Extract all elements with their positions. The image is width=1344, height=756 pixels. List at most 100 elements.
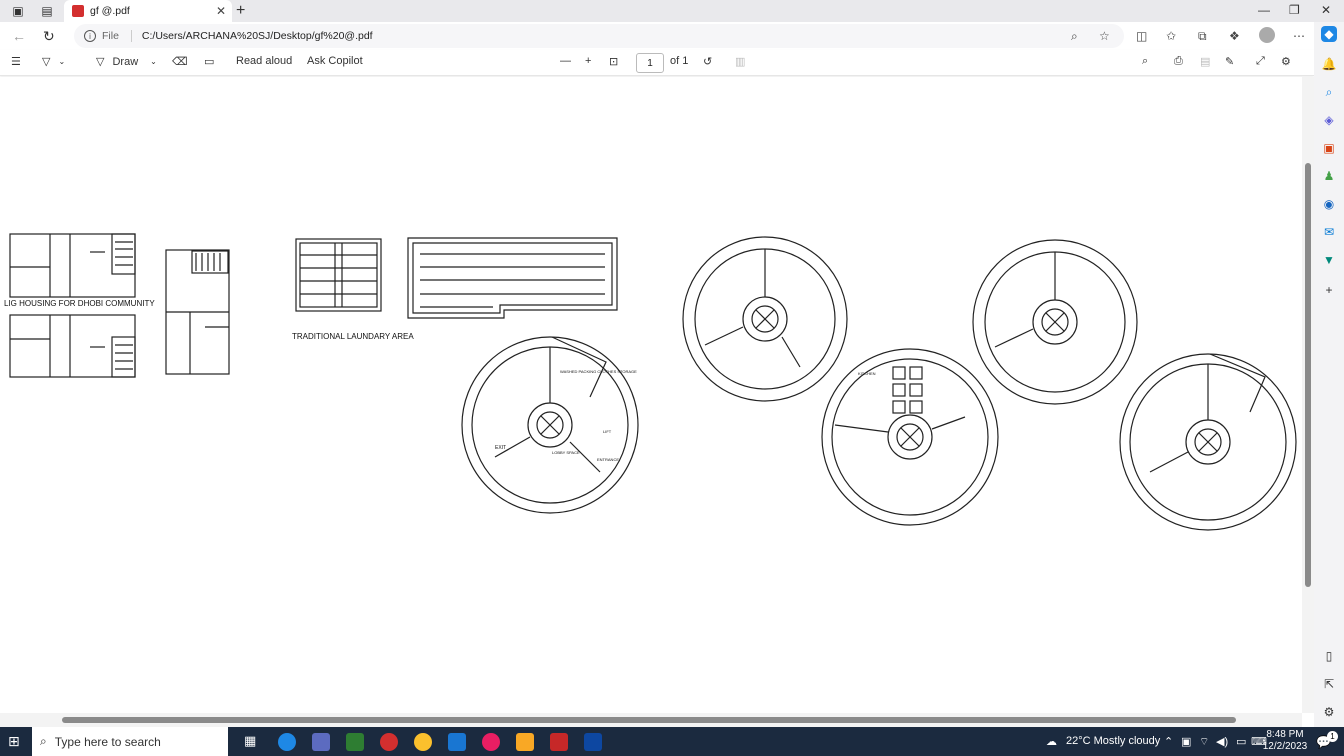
photoshop-icon[interactable] <box>584 733 602 751</box>
notifications-bell-icon[interactable]: 🔔 <box>1321 56 1337 72</box>
save-icon[interactable]: ▤ <box>1200 55 1210 68</box>
read-aloud-button[interactable]: Read aloud <box>236 55 292 67</box>
new-tab-icon[interactable]: + <box>236 2 245 20</box>
games-icon[interactable]: ♟ <box>1321 168 1337 184</box>
minimize-icon[interactable]: — <box>1258 3 1270 17</box>
circular-plan-1 <box>461 336 639 514</box>
back-icon[interactable]: ← <box>12 28 26 44</box>
restore-icon[interactable]: ❐ <box>1289 3 1300 17</box>
horizontal-scrollbar[interactable] <box>0 713 1302 727</box>
network-icon[interactable]: ⌔ <box>1199 735 1209 749</box>
erase-icon[interactable]: ⌫ <box>172 55 188 68</box>
url-text: C:/Users/ARCHANA%20SJ/Desktop/gf%20@.pdf <box>141 30 373 42</box>
rotate-icon[interactable]: ↺ <box>703 55 712 68</box>
laundry-area-label: TRADITIONAL LAUNDARY AREA <box>292 332 414 341</box>
zoom-out-icon[interactable]: — <box>560 55 571 67</box>
edge-icon[interactable] <box>278 733 296 751</box>
contents-icon[interactable]: ☰ <box>11 55 21 68</box>
close-window-icon[interactable]: ✕ <box>1321 3 1331 17</box>
extensions-icon[interactable]: ❖ <box>1229 29 1240 43</box>
taskbar-clock[interactable]: 8:48 PM 12/2/2023 <box>1262 729 1308 753</box>
more-menu-icon[interactable]: ⋯ <box>1293 29 1305 43</box>
kitchen-label: KITCHEN <box>858 371 876 376</box>
highlight-icon[interactable]: ▽ ⌄ <box>42 55 65 68</box>
find-icon[interactable]: ⌕ <box>1142 55 1148 68</box>
lobby-label: LOBBY SPACE <box>552 450 580 455</box>
zoom-icon[interactable]: ⌕ <box>1071 29 1078 44</box>
opera-icon[interactable] <box>380 733 398 751</box>
tab-gf-pdf[interactable]: gf @.pdf ✕ <box>64 0 232 22</box>
vertical-scrollbar[interactable] <box>1302 77 1314 713</box>
horizontal-scroll-thumb[interactable] <box>62 717 1236 723</box>
split-screen-icon[interactable]: ◫ <box>1136 29 1147 43</box>
vertical-scroll-thumb[interactable] <box>1305 163 1311 587</box>
opera-gx-icon[interactable] <box>482 733 500 751</box>
collections-icon[interactable]: ⧉ <box>1198 29 1207 44</box>
chrome-icon[interactable] <box>414 733 432 751</box>
windows-start-icon[interactable]: ⊞ <box>8 733 26 751</box>
xbox-icon[interactable] <box>346 733 364 751</box>
add-app-icon[interactable]: + <box>1321 282 1337 298</box>
mail-icon[interactable] <box>448 733 466 751</box>
workspaces-icon[interactable]: ▣ <box>8 3 28 19</box>
circular-plan-3 <box>821 348 999 526</box>
tab-actions-icon[interactable]: ▤ <box>37 3 57 19</box>
circular-plan-5 <box>1119 353 1297 531</box>
battery-icon[interactable]: ▭ <box>1236 735 1246 748</box>
lift-label: LIFT <box>603 429 612 434</box>
tab-bar: ▣ ▤ gf @.pdf ✕ + — ❐ ✕ <box>0 0 1344 22</box>
external-link-icon[interactable]: ⇱ <box>1321 676 1337 692</box>
page-number-input[interactable]: 1 <box>636 53 664 73</box>
clock-time: 8:48 PM <box>1266 729 1304 740</box>
address-bar[interactable]: i File C:/Users/ARCHANA%20SJ/Desktop/gf%… <box>74 24 1124 48</box>
address-row: ← ↻ i File C:/Users/ARCHANA%20SJ/Desktop… <box>0 22 1314 50</box>
circular-plan-2 <box>682 236 848 402</box>
lig-housing-plan-top <box>9 233 136 298</box>
fit-page-icon[interactable]: ⊡ <box>609 55 618 68</box>
page-total: of 1 <box>670 55 689 67</box>
task-view-icon[interactable]: ▦ <box>244 733 262 751</box>
tab-title: gf @.pdf <box>90 5 130 17</box>
text-box-icon[interactable]: ▭ <box>204 55 214 68</box>
search-icon: ⌕ <box>40 734 47 748</box>
fullscreen-icon[interactable]: ⤢ <box>1256 55 1265 68</box>
save-as-icon[interactable]: ✎ <box>1225 55 1234 68</box>
info-icon[interactable]: i <box>84 30 96 42</box>
settings-gear-icon[interactable]: ⚙ <box>1281 55 1291 68</box>
tray-app-icon[interactable]: ▣ <box>1181 735 1191 748</box>
stylus-app-icon[interactable] <box>312 733 330 751</box>
pdf-toolbar: ☰ ▽ ⌄ ▽ Draw ⌄ ⌫ ▭ Read aloud Ask Copilo… <box>0 50 1314 76</box>
draw-button[interactable]: ▽ Draw ⌄ <box>96 55 157 69</box>
sidebar-split-icon[interactable]: ▯ <box>1321 648 1337 664</box>
ask-copilot-button[interactable]: Ask Copilot <box>307 55 363 67</box>
drop-icon[interactable]: ▼ <box>1321 252 1337 268</box>
pdf-page: LIG HOUSING FOR DHOBI COMMUNITY TRADITIO… <box>0 77 1302 713</box>
search-placeholder: Type here to search <box>54 734 161 749</box>
sidebar-settings-icon[interactable]: ⚙ <box>1321 704 1337 720</box>
weather-text[interactable]: 22°C Mostly cloudy <box>1066 735 1160 747</box>
zoom-in-icon[interactable]: + <box>585 55 591 67</box>
outlook-icon[interactable]: ✉ <box>1321 224 1337 240</box>
close-tab-icon[interactable]: ✕ <box>216 4 226 18</box>
draw-icon: ▽ <box>96 56 105 68</box>
file-explorer-icon[interactable] <box>516 733 534 751</box>
tools-icon[interactable]: ▣ <box>1321 140 1337 156</box>
favorite-star-icon[interactable]: ☆ <box>1099 29 1110 43</box>
copilot-icon[interactable]: ◆ <box>1321 26 1337 42</box>
refresh-icon[interactable]: ↻ <box>43 28 55 45</box>
volume-icon[interactable]: ◀) <box>1216 735 1228 748</box>
favorites-icon[interactable]: ✩ <box>1166 29 1176 43</box>
page-view-icon[interactable]: ▥ <box>735 55 745 68</box>
autocad-icon[interactable] <box>550 733 568 751</box>
tray-chevron-up-icon[interactable]: ⌃ <box>1164 735 1173 748</box>
entrance-label: ENTRANCE <box>597 457 620 462</box>
shopping-icon[interactable]: ◈ <box>1321 112 1337 128</box>
chevron-down-icon[interactable]: ⌄ <box>150 57 157 66</box>
print-icon[interactable]: ⎙ <box>1174 55 1183 68</box>
office-icon[interactable]: ◉ <box>1321 196 1337 212</box>
weather-icon[interactable]: ☁ <box>1046 735 1057 748</box>
washed-packing-label: WASHED PACKING CLOTHES STORAGE <box>560 369 637 374</box>
search-icon[interactable]: ⌕ <box>1321 84 1337 100</box>
profile-avatar[interactable] <box>1259 27 1275 43</box>
taskbar-search[interactable]: ⌕ Type here to search <box>32 727 228 756</box>
